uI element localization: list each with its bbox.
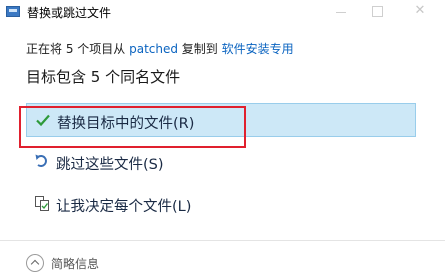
file-compare-icon <box>34 195 50 211</box>
destination-folder-link[interactable]: 软件安装专用 <box>222 42 294 56</box>
conflict-heading: 目标包含 5 个同名文件 <box>26 68 181 86</box>
copy-progress-text: 正在将 5 个项目从 patched 复制到 软件安装专用 <box>26 40 294 57</box>
decide-each-file-option[interactable]: 让我决定每个文件(L) <box>26 187 416 221</box>
source-folder-link[interactable]: patched <box>129 42 178 56</box>
skip-arrow-icon <box>34 153 50 169</box>
minimize-button[interactable] <box>325 0 355 24</box>
window-title: 替换或跳过文件 <box>27 6 112 20</box>
annotation-highlight-box <box>19 106 246 148</box>
decide-each-file-label: 让我决定每个文件(L) <box>56 199 192 215</box>
fewer-details-label[interactable]: 简略信息 <box>51 255 99 272</box>
title-bar: 替换或跳过文件 ✕ <box>0 0 445 24</box>
progress-prefix: 正在将 5 个项目从 <box>26 42 130 56</box>
skip-files-option[interactable]: 跳过这些文件(S) <box>26 145 416 179</box>
maximize-button[interactable] <box>362 0 392 24</box>
progress-middle: 复制到 <box>177 42 222 56</box>
window-app-icon <box>6 6 20 17</box>
close-button[interactable]: ✕ <box>405 0 435 24</box>
skip-files-label: 跳过这些文件(S) <box>56 157 164 173</box>
chevron-up-icon[interactable] <box>26 254 44 272</box>
footer-bar: 简略信息 <box>0 241 445 278</box>
